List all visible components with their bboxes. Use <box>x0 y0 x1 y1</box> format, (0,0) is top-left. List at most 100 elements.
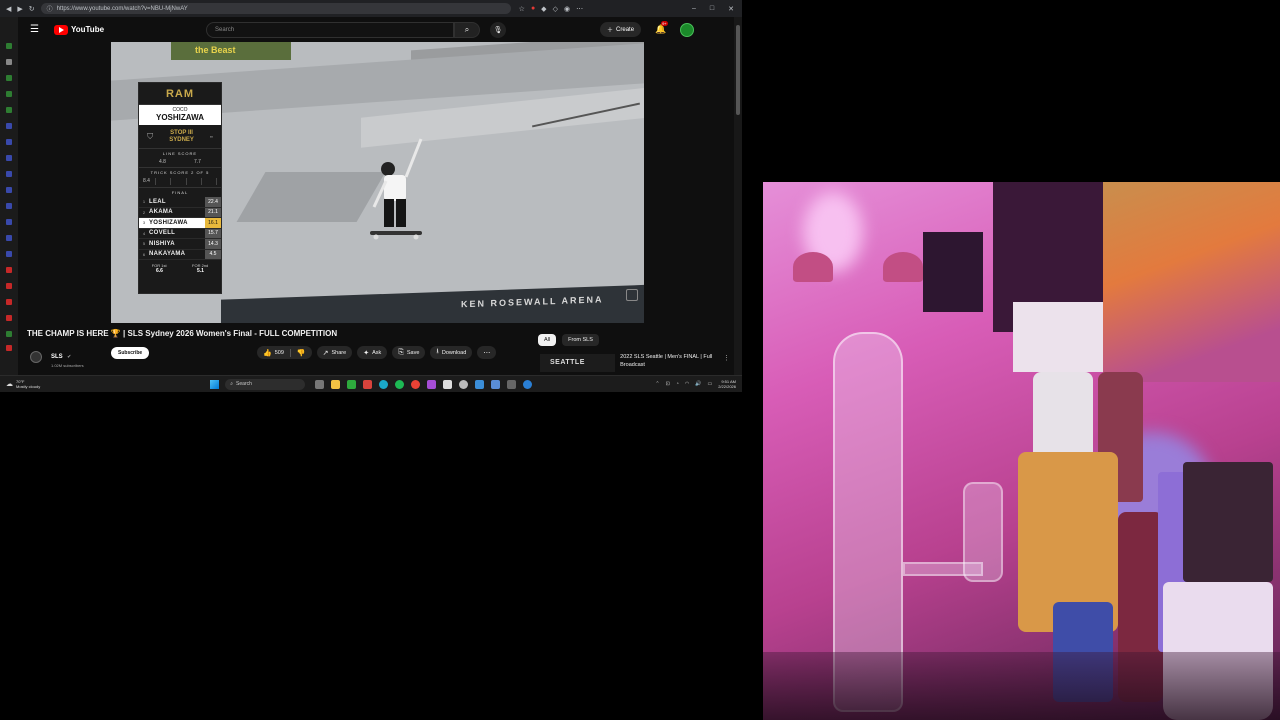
site-info-icon[interactable]: ⓘ <box>47 4 53 13</box>
sidebar-icon[interactable] <box>6 219 12 225</box>
channel-watermark[interactable] <box>626 289 638 301</box>
more-actions-button[interactable]: ⋯ <box>477 346 497 359</box>
download-button[interactable]: ⭳ Download <box>430 346 473 359</box>
profile-icon[interactable]: ◉ <box>564 5 570 13</box>
tray-icon[interactable]: ⊡ <box>666 381 670 387</box>
battery-icon[interactable]: ▭ <box>707 381 712 387</box>
sidebar-icon[interactable] <box>6 235 12 241</box>
maximize-icon[interactable]: □ <box>710 5 714 13</box>
create-button[interactable]: ＋ Create <box>600 22 642 37</box>
sidebar-icon[interactable] <box>6 75 12 81</box>
extension-icon[interactable]: ◆ <box>541 5 546 13</box>
hamburger-menu-icon[interactable]: ☰ <box>30 24 46 35</box>
settings-icon[interactable] <box>459 379 469 389</box>
line-score-heading: LINE SCORE <box>162 151 198 156</box>
channel-name[interactable]: SLS <box>51 354 63 360</box>
like-icon[interactable]: 👍 <box>263 349 272 357</box>
taskbar-search[interactable]: ⌕ Search <box>225 378 306 390</box>
minimize-icon[interactable]: – <box>692 5 696 13</box>
file-explorer-icon[interactable] <box>331 379 341 389</box>
tray-chevron-icon[interactable]: ⌃ <box>655 381 659 387</box>
like-count[interactable]: 509 <box>275 350 284 356</box>
sidebar-icon[interactable] <box>6 139 12 145</box>
sidebar-icon[interactable] <box>6 283 12 289</box>
account-avatar[interactable] <box>680 22 695 37</box>
weather-desc: Mostly cloudy <box>16 384 41 389</box>
skater-name-box: COCO YOSHIZAWA <box>139 105 221 125</box>
ask-button[interactable]: ✦ Ask <box>357 346 388 359</box>
sidebar-icon[interactable] <box>6 315 12 321</box>
standing-score: 4.5 <box>205 249 221 259</box>
youtube-logo[interactable]: YouTube <box>54 24 104 35</box>
trick-scores: 8.4 <box>139 177 221 188</box>
app-icon[interactable] <box>427 379 437 389</box>
app-icon[interactable] <box>363 379 373 389</box>
edge-icon[interactable] <box>379 379 389 389</box>
arena-banner: KEN ROSEWALL ARENA <box>221 284 644 323</box>
extension-icon[interactable]: ● <box>531 5 535 13</box>
subscribe-button[interactable]: Subscribe <box>111 347 150 359</box>
share-button[interactable]: ↗ Share <box>316 346 353 359</box>
search-button[interactable]: ⌕ <box>454 21 481 38</box>
app-icon[interactable] <box>475 379 485 389</box>
app-icon[interactable] <box>523 379 533 389</box>
spotify-icon[interactable] <box>395 379 405 389</box>
task-view-icon[interactable] <box>315 379 325 389</box>
chip-from-sls[interactable]: From SLS <box>562 334 599 346</box>
sidebar-icon[interactable] <box>6 299 12 305</box>
chip-all[interactable]: All <box>538 334 557 346</box>
sidebar-icon[interactable] <box>6 43 12 49</box>
volume-icon[interactable]: 🔊 <box>695 381 701 387</box>
recommended-thumbnail[interactable]: SEATTLE <box>540 354 616 372</box>
bookmark-icon[interactable]: ☆ <box>519 5 525 13</box>
sidebar-icon[interactable] <box>6 203 12 209</box>
scrollbar-thumb[interactable] <box>736 25 740 115</box>
voice-search-button[interactable]: 🎙 <box>490 21 507 38</box>
search-input[interactable]: Search <box>206 21 455 38</box>
wifi-icon[interactable]: ◠ <box>685 381 689 387</box>
save-button[interactable]: ⎘ Save <box>392 346 426 359</box>
windows-start-icon[interactable] <box>210 379 220 389</box>
reload-icon[interactable]: ↻ <box>29 5 35 13</box>
extension-icon[interactable]: ◇ <box>553 5 558 13</box>
sidebar-icon[interactable] <box>6 171 12 177</box>
standing-name: COVELL <box>149 230 176 237</box>
sidebar-icon[interactable] <box>6 91 12 97</box>
sidebar-icon[interactable] <box>6 123 12 129</box>
recommended-video[interactable]: SEATTLE 2022 SLS Seattle | Men's FINAL |… <box>540 354 730 374</box>
weather-widget[interactable]: ☁ 70°F Mostly cloudy <box>6 379 40 389</box>
dislike-icon[interactable]: 👎 <box>297 349 306 357</box>
sidebar-icon[interactable] <box>6 345 12 351</box>
app-icon[interactable] <box>347 379 357 389</box>
trick-score-heading: TRICK SCORE 2 OF 5 <box>150 170 210 175</box>
sidebar-icon[interactable] <box>6 251 12 257</box>
document-icon[interactable] <box>443 379 453 389</box>
youtube-play-icon <box>54 24 68 35</box>
sidebar-icon[interactable] <box>6 331 12 337</box>
sidebar-icon[interactable] <box>6 267 12 273</box>
sidebar-icon[interactable] <box>6 155 12 161</box>
channel-avatar[interactable] <box>30 350 42 363</box>
close-icon[interactable]: ✕ <box>728 5 734 13</box>
notification-badge: 9+ <box>661 21 668 26</box>
back-icon[interactable]: ◀ <box>6 5 11 13</box>
recommended-title[interactable]: 2022 SLS Seattle | Men's FINAL | Full Br… <box>620 354 719 374</box>
forward-icon[interactable]: ▶ <box>17 5 22 13</box>
sidebar-icon[interactable] <box>6 59 12 65</box>
notifications-button[interactable]: 🔔 9+ <box>655 21 668 35</box>
mic-icon: 🎙 <box>493 26 503 34</box>
standing-name: NISHIYA <box>149 240 175 247</box>
app-icon[interactable] <box>491 379 501 389</box>
page-scrollbar[interactable] <box>734 17 742 375</box>
sidebar-icon[interactable] <box>6 187 12 193</box>
arena-text: KEN ROSEWALL ARENA <box>461 294 604 310</box>
chrome-icon[interactable] <box>411 379 421 389</box>
network-icon[interactable]: ◔ <box>676 381 679 387</box>
menu-icon[interactable]: ⋯ <box>576 5 583 13</box>
address-bar[interactable]: ⓘ https://www.youtube.com/watch?v=NBU-Mj… <box>40 3 511 14</box>
kebab-menu-icon[interactable]: ⋮ <box>723 354 730 374</box>
sidebar-icon[interactable] <box>6 107 12 113</box>
browser-nav: ◀ ▶ ↻ <box>0 5 41 13</box>
system-clock[interactable]: 9:51 AM 2/22/2026 <box>718 379 736 389</box>
app-icon[interactable] <box>507 379 517 389</box>
